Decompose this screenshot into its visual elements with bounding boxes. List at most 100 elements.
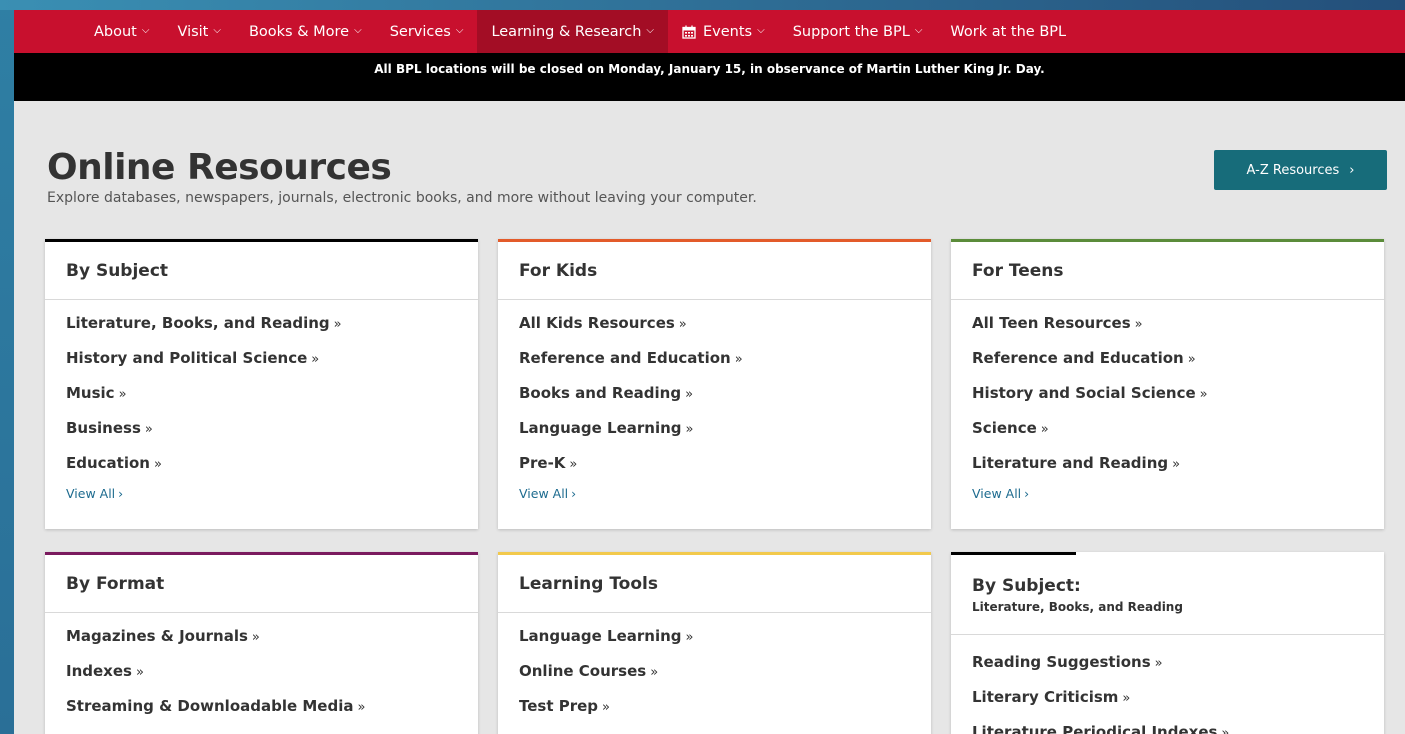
resource-link-label: Online Courses bbox=[519, 662, 647, 680]
double-chevron-right-icon: » bbox=[1221, 726, 1230, 734]
card-header: For Teens bbox=[951, 242, 1384, 300]
resource-link-label: Test Prep bbox=[519, 697, 599, 715]
resource-link-label: Literary Criticism bbox=[972, 688, 1119, 706]
card-link-list: Magazines & Journals» Indexes» Streaming &… bbox=[45, 613, 478, 731]
resource-link-label: Books and Reading bbox=[519, 384, 682, 402]
double-chevron-right-icon: » bbox=[1040, 422, 1049, 437]
resource-link[interactable]: Magazines & Journals» bbox=[66, 626, 457, 661]
double-chevron-right-icon: » bbox=[1154, 656, 1163, 671]
resource-link-label: Literature, Books, and Reading bbox=[66, 314, 330, 332]
nav-item-work-at-the-bpl[interactable]: Work at the BPL bbox=[936, 10, 1080, 53]
resource-link[interactable]: Music» bbox=[66, 383, 457, 418]
nav-label: Services bbox=[389, 23, 451, 40]
resource-link-label: Language Learning bbox=[519, 419, 682, 437]
double-chevron-right-icon: » bbox=[1134, 317, 1143, 332]
resource-link-label: Education bbox=[66, 454, 150, 472]
double-chevron-right-icon: » bbox=[734, 352, 743, 367]
chevron-down-icon: ⌵ bbox=[141, 25, 150, 36]
resource-link[interactable]: Streaming & Downloadable Media» bbox=[66, 696, 457, 731]
resource-link[interactable]: Pre-K» bbox=[519, 453, 910, 488]
a-z-resources-button[interactable]: A-Z Resources › bbox=[1214, 150, 1387, 190]
nav-label: Books & More bbox=[248, 23, 350, 40]
alert-text: All BPL locations will be closed on Mond… bbox=[374, 62, 1045, 76]
card-title: By Subject bbox=[66, 260, 169, 281]
card-by-subject-literature: By Subject: Literature, Books, and Readin… bbox=[951, 552, 1384, 734]
resource-link[interactable]: History and Political Science» bbox=[66, 348, 457, 383]
double-chevron-right-icon: » bbox=[251, 630, 260, 645]
resource-link[interactable]: Reference and Education» bbox=[519, 348, 910, 383]
resource-link-label: Literature Periodical Indexes bbox=[972, 723, 1218, 734]
browser-page: About ⌵ Visit ⌵ Books & More ⌵ Services ⌵ Learni… bbox=[14, 10, 1405, 734]
double-chevron-right-icon: » bbox=[135, 665, 144, 680]
resource-link-label: Reading Suggestions bbox=[972, 653, 1151, 671]
resource-link-label: Business bbox=[66, 419, 141, 437]
resource-link[interactable]: Business» bbox=[66, 418, 457, 453]
card-subtitle: Literature, Books, and Reading bbox=[972, 599, 1183, 614]
resource-link[interactable]: Literature and Reading» bbox=[972, 453, 1363, 488]
card-header: By Subject bbox=[45, 242, 478, 300]
card-by-format: By Format Magazines & Journals» Indexes» St… bbox=[45, 552, 478, 734]
resource-link[interactable]: All Teen Resources» bbox=[972, 313, 1363, 348]
chevron-down-icon: ⌵ bbox=[914, 25, 923, 36]
resource-link-label: Music bbox=[66, 384, 115, 402]
double-chevron-right-icon: » bbox=[1199, 387, 1208, 402]
double-chevron-right-icon: » bbox=[678, 317, 687, 332]
resource-link[interactable]: Books and Reading» bbox=[519, 383, 910, 418]
view-all-link[interactable]: View All › bbox=[972, 486, 1363, 501]
view-all-label: View All bbox=[972, 486, 1022, 501]
card-header: By Subject: Literature, Books, and Readin… bbox=[951, 555, 1384, 635]
resource-link-label: All Kids Resources bbox=[519, 314, 675, 332]
nav-item-events[interactable]: Events ⌵ bbox=[668, 10, 779, 53]
card-header: By Format bbox=[45, 555, 478, 613]
card-title: For Teens bbox=[972, 260, 1064, 281]
resource-link[interactable]: Science» bbox=[972, 418, 1363, 453]
double-chevron-right-icon: » bbox=[685, 387, 694, 402]
nav-item-about[interactable]: About ⌵ bbox=[80, 10, 163, 53]
card-header: Learning Tools bbox=[498, 555, 931, 613]
nav-item-visit[interactable]: Visit ⌵ bbox=[163, 10, 235, 53]
chevron-right-icon: › bbox=[1349, 162, 1355, 178]
view-all-link[interactable]: View All › bbox=[66, 486, 457, 501]
resource-link[interactable]: Education» bbox=[66, 453, 457, 488]
resource-link[interactable]: History and Social Science» bbox=[972, 383, 1363, 418]
resource-link[interactable]: All Kids Resources» bbox=[519, 313, 910, 348]
nav-label: Learning & Research bbox=[491, 23, 642, 40]
view-all-link[interactable]: View All › bbox=[519, 486, 910, 501]
resource-link[interactable]: Literature Periodical Indexes» bbox=[972, 722, 1363, 734]
nav-item-support-the-bpl[interactable]: Support the BPL ⌵ bbox=[779, 10, 937, 53]
resource-link[interactable]: Language Learning» bbox=[519, 626, 910, 661]
chevron-down-icon: ⌵ bbox=[757, 25, 765, 36]
resource-link-label: Language Learning bbox=[519, 627, 682, 645]
card-link-list: Reading Suggestions» Literary Criticism» L… bbox=[951, 635, 1384, 734]
double-chevron-right-icon: » bbox=[357, 700, 366, 715]
resource-link[interactable]: Language Learning» bbox=[519, 418, 910, 453]
card-link-list: All Kids Resources» Reference and Educati… bbox=[498, 300, 931, 501]
nav-item-books-more[interactable]: Books & More ⌵ bbox=[235, 10, 376, 53]
resource-link[interactable]: Reference and Education» bbox=[972, 348, 1363, 383]
a-z-resources-label: A-Z Resources bbox=[1246, 162, 1340, 178]
resource-link[interactable]: Online Courses» bbox=[519, 661, 910, 696]
double-chevron-right-icon: » bbox=[602, 700, 611, 715]
double-chevron-right-icon: » bbox=[153, 457, 162, 472]
chevron-down-icon: ⌵ bbox=[354, 25, 362, 36]
card-title: By Subject: bbox=[972, 575, 1081, 596]
resource-link[interactable]: Literature, Books, and Reading» bbox=[66, 313, 457, 348]
card-title: Learning Tools bbox=[519, 573, 658, 594]
nav-label: About bbox=[94, 23, 137, 40]
resource-link-label: Reference and Education bbox=[519, 349, 731, 367]
nav-item-learning-research[interactable]: Learning & Research ⌵ bbox=[477, 10, 669, 53]
card-learning-tools: Learning Tools Language Learning» Online C… bbox=[498, 552, 931, 734]
resource-link[interactable]: Reading Suggestions» bbox=[972, 652, 1363, 687]
resource-link[interactable]: Test Prep» bbox=[519, 696, 910, 731]
resource-link-label: Magazines & Journals bbox=[66, 627, 248, 645]
double-chevron-right-icon: » bbox=[1187, 352, 1196, 367]
resource-link[interactable]: Literary Criticism» bbox=[972, 687, 1363, 722]
nav-item-services[interactable]: Services ⌵ bbox=[376, 10, 478, 53]
card-title: By Format bbox=[66, 573, 165, 594]
page-header: Online Resources Explore databases, news… bbox=[47, 148, 1387, 206]
resource-link-label: History and Political Science bbox=[66, 349, 308, 367]
double-chevron-right-icon: » bbox=[650, 665, 659, 680]
double-chevron-right-icon: » bbox=[685, 630, 694, 645]
resource-link[interactable]: Indexes» bbox=[66, 661, 457, 696]
card-link-list: All Teen Resources» Reference and Educati… bbox=[951, 300, 1384, 501]
